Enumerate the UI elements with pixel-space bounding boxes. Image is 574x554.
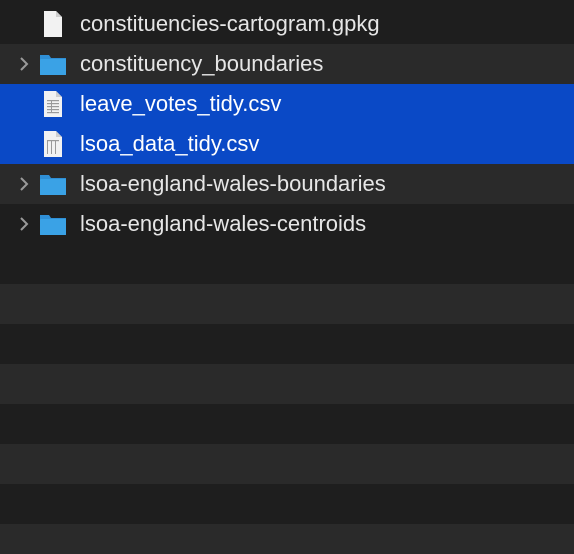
file-name: constituencies-cartogram.gpkg xyxy=(80,11,380,36)
chevron-right-icon[interactable] xyxy=(14,54,34,74)
empty-row xyxy=(0,524,574,554)
folder-name: constituency_boundaries xyxy=(80,51,324,76)
empty-row xyxy=(0,284,574,324)
csv-file-icon xyxy=(44,91,62,117)
document-icon xyxy=(44,11,62,37)
file-name: lsoa_data_tidy.csv xyxy=(80,131,260,156)
folder-name: lsoa-england-wales-boundaries xyxy=(80,171,386,196)
empty-row xyxy=(0,444,574,484)
chevron-right-icon[interactable] xyxy=(14,174,34,194)
list-item-leave-votes-tidy[interactable]: leave_votes_tidy.csv xyxy=(0,84,574,124)
list-item-constituencies-cartogram[interactable]: constituencies-cartogram.gpkg xyxy=(0,4,574,44)
chevron-right-icon[interactable] xyxy=(14,214,34,234)
file-name: leave_votes_tidy.csv xyxy=(80,91,282,116)
csv-file-icon xyxy=(44,131,62,157)
folder-name: lsoa-england-wales-centroids xyxy=(80,211,367,236)
folder-icon xyxy=(40,215,66,235)
folder-icon xyxy=(40,55,66,75)
list-item-lsoa-england-wales-centroids[interactable]: lsoa-england-wales-centroids xyxy=(0,204,574,244)
list-item-constituency-boundaries[interactable]: constituency_boundaries xyxy=(0,44,574,84)
file-list: constituencies-cartogram.gpkg constituen… xyxy=(0,0,574,554)
empty-row xyxy=(0,364,574,404)
list-item-lsoa-england-wales-boundaries[interactable]: lsoa-england-wales-boundaries xyxy=(0,164,574,204)
folder-icon xyxy=(40,175,66,195)
list-item-lsoa-data-tidy[interactable]: lsoa_data_tidy.csv xyxy=(0,124,574,164)
